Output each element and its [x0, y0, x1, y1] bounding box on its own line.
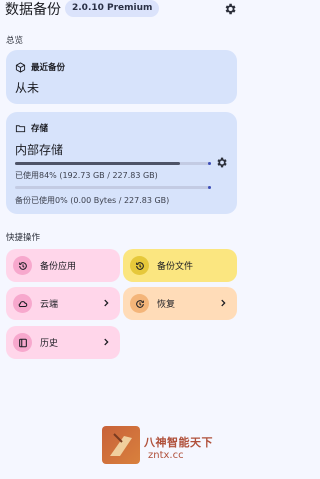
quick-actions-section-label: 快捷操作: [6, 233, 41, 243]
history-tile[interactable]: 历史: [6, 326, 120, 359]
restore-chevron-right-icon: [221, 299, 226, 307]
storage-used-progress-fill: [15, 162, 180, 165]
backup-files-tile[interactable]: 备份文件: [123, 249, 237, 282]
restore-clock-icon: [18, 261, 27, 270]
last-backup-card[interactable]: 最近备份 从未: [6, 50, 237, 104]
overview-section-label: 总览: [6, 36, 24, 46]
cloud-icon: [18, 300, 27, 307]
restore-clock-icon: [135, 261, 144, 270]
cloud-label: 云端: [40, 300, 59, 310]
folder-icon: [15, 124, 26, 132]
top-app-bar: 数据备份 2.0.10 Premium: [0, 0, 244, 20]
backup-used-text: 备份已使用0% (0.00 Bytes / 227.83 GB): [15, 196, 170, 205]
storage-used-progress-end: [208, 162, 211, 165]
watermark: 八神智能天下 zntx.cc: [102, 426, 242, 468]
history-icon: [18, 338, 27, 347]
watermark-text-line2: zntx.cc: [148, 450, 184, 461]
backup-apps-icon-circle: [13, 256, 32, 275]
backup-apps-tile[interactable]: 备份应用: [6, 249, 120, 282]
backup-used-progress-bar: [15, 186, 211, 189]
storage-header: 存储: [15, 122, 48, 134]
storage-location: 内部存储: [15, 143, 64, 157]
storage-settings-gear-icon[interactable]: [215, 156, 228, 169]
cloud-chevron-right-icon: [104, 299, 109, 307]
app-title: 数据备份: [5, 2, 61, 18]
history-chevron-right-icon: [104, 338, 109, 346]
backup-files-label: 备份文件: [157, 262, 194, 272]
watermark-logo-glyph: [110, 433, 132, 456]
storage-used-progress-bar: [15, 162, 211, 165]
last-backup-label: 最近备份: [31, 63, 66, 73]
settings-gear-icon[interactable]: [223, 2, 237, 16]
watermark-logo: [102, 426, 140, 464]
restore-icon: [135, 299, 144, 308]
restore-icon-circle: [130, 294, 149, 313]
last-backup-value: 从未: [15, 81, 40, 95]
storage-used-text: 已使用84% (192.73 GB / 227.83 GB): [15, 171, 158, 180]
cloud-icon-circle: [13, 294, 32, 313]
backup-files-icon-circle: [130, 256, 149, 275]
last-backup-header: 最近备份: [15, 61, 65, 73]
backup-used-progress-end: [208, 186, 211, 189]
restore-label: 恢复: [157, 300, 176, 310]
storage-card[interactable]: 存储 内部存储 已使用84% (192.73 GB / 227.83 GB) 备…: [6, 112, 237, 214]
backup-apps-label: 备份应用: [40, 262, 77, 272]
cube-icon: [15, 61, 26, 73]
history-icon-circle: [13, 333, 32, 352]
watermark-text-line1: 八神智能天下: [144, 436, 213, 449]
restore-tile[interactable]: 恢复: [123, 287, 237, 320]
cloud-tile[interactable]: 云端: [6, 287, 120, 320]
history-label: 历史: [40, 339, 59, 349]
version-chip[interactable]: 2.0.10 Premium: [65, 0, 160, 17]
storage-label: 存储: [31, 124, 49, 134]
